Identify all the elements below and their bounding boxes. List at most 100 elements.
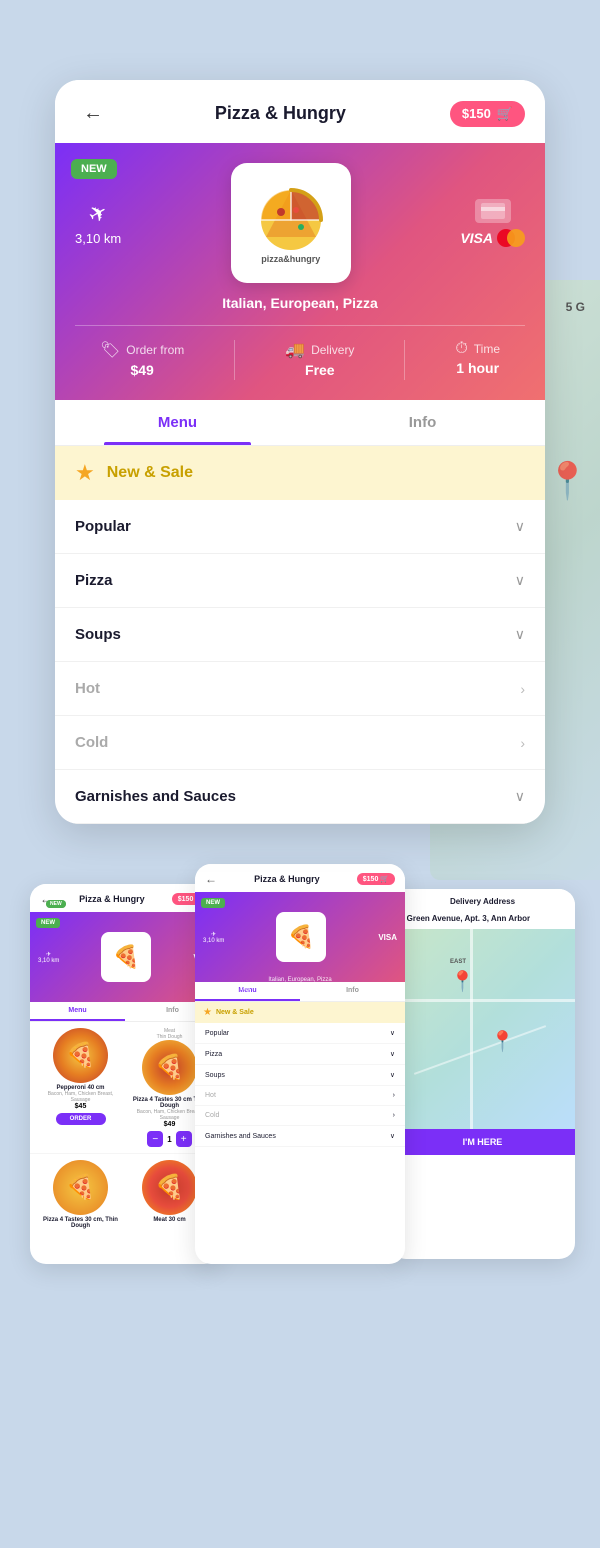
tab-info[interactable]: Info: [300, 400, 545, 445]
stepper-minus[interactable]: −: [147, 1131, 163, 1147]
mini-section-cold[interactable]: Cold ›: [195, 1106, 405, 1126]
mini-pizza-icon: 🍕: [113, 944, 140, 970]
mini-header-center: ← Pizza & Hungry $150 🛒: [195, 864, 405, 892]
section-header-soups[interactable]: Soups ∨: [55, 608, 545, 661]
mini-section-hot[interactable]: Hot ›: [195, 1086, 405, 1106]
mini-chevron-pizza: ∨: [390, 1050, 395, 1058]
pizza-name-3: Pizza 4 Tastes 30 cm, Thin Dough: [38, 1217, 123, 1229]
mini-hero-inner-left: ✈3,10 km 🍕 VISA: [38, 920, 212, 994]
mini-chevron-garnishes: ∨: [390, 1132, 395, 1140]
mini-dist-left: ✈3,10 km: [38, 951, 59, 964]
mini-section-garnishes[interactable]: Garnishes and Sauces ∨: [195, 1126, 405, 1147]
mini-hero-inner-center: ✈3,10 km 🍕 VISA: [203, 900, 397, 974]
payment-logos: VISA: [460, 229, 525, 247]
map-label-bg: 5 G: [566, 300, 585, 314]
map-road-diagonal: [414, 1025, 546, 1075]
card-icon: [475, 199, 511, 223]
mini-tab-menu-left[interactable]: Menu: [30, 1002, 125, 1021]
section-title-popular: Popular: [75, 518, 131, 535]
map-pin-bg: 📍: [545, 460, 590, 502]
mini-new-badge-center: NEW: [201, 898, 225, 908]
section-header-hot[interactable]: Hot ›: [55, 662, 545, 715]
section-title-hot: Hot: [75, 680, 100, 697]
pizza-img-1: 🍕: [53, 1028, 108, 1083]
pizza-row-1: NEW 🍕 Pepperoni 40 cm Bacon, Ham, Chicke…: [30, 1022, 220, 1154]
mini-back-icon-center[interactable]: ←: [205, 872, 217, 886]
order-button-1[interactable]: ORDER: [56, 1113, 106, 1125]
mini-star-icon: ★: [203, 1007, 212, 1018]
hero-divider: [75, 325, 525, 326]
cart-icon: 🛒: [497, 106, 513, 122]
mini-new-badge-left: NEW: [36, 918, 60, 928]
section-title-cold: Cold: [75, 734, 108, 751]
mini-payment-center: VISA: [378, 933, 397, 942]
pizza-img-3: 🍕: [53, 1160, 108, 1215]
cart-amount: $150: [462, 106, 491, 121]
mastercard-logo: [497, 229, 525, 247]
restaurant-logo: pizza&hungry: [231, 163, 351, 283]
main-card: ← Pizza & Hungry $150 🛒 NEW ✈ 3,10 km: [55, 80, 545, 824]
mini-section-popular[interactable]: Popular ∨: [195, 1023, 405, 1044]
logo-text: pizza&hungry: [261, 254, 320, 264]
pizza-item-3: 🍕 Pizza 4 Tastes 30 cm, Thin Dough: [38, 1160, 123, 1229]
hero-center-row: ✈ 3,10 km: [75, 163, 525, 283]
time-value: 1 hour: [456, 360, 499, 376]
order-from-value: $49: [130, 362, 153, 378]
stepper-value: 1: [167, 1135, 171, 1144]
hero-distance: ✈ 3,10 km: [75, 201, 121, 246]
delivery-value: Free: [305, 362, 335, 378]
section-pizza: Pizza ∨: [55, 554, 545, 608]
visa-logo: VISA: [460, 230, 493, 246]
mini-section-pizza[interactable]: Pizza ∨: [195, 1044, 405, 1065]
info-divider-1: [234, 340, 235, 380]
section-header-popular[interactable]: Popular ∨: [55, 500, 545, 553]
pizza-item-1: NEW 🍕 Pepperoni 40 cm Bacon, Ham, Chicke…: [38, 1028, 123, 1147]
pizza-row-2: 🍕 Pizza 4 Tastes 30 cm, Thin Dough 🍕 Mea…: [30, 1154, 220, 1235]
back-button[interactable]: ←: [75, 98, 111, 129]
pizza-price-1: $45: [38, 1103, 123, 1110]
map-pin-2: 📍: [490, 1029, 515, 1054]
mini-section-label-cold: Cold: [205, 1112, 219, 1119]
mini-chevron-soups: ∨: [390, 1071, 395, 1079]
hero-payment: VISA: [460, 199, 525, 247]
mini-title-left: Pizza & Hungry: [79, 894, 145, 904]
tab-bar: Menu Info: [55, 400, 545, 446]
order-from-info: 🏷 Order from $49: [100, 340, 184, 378]
delivery-info: 🚚 Delivery Free: [285, 340, 354, 378]
delivery-address-header: Delivery Address: [390, 889, 575, 914]
mini-chevron-hot: ›: [393, 1092, 395, 1099]
cart-button[interactable]: $150 🛒: [450, 101, 525, 127]
section-cold: Cold ›: [55, 716, 545, 770]
chevron-right-icon: ›: [520, 735, 525, 751]
section-header-pizza[interactable]: Pizza ∨: [55, 554, 545, 607]
mini-section-soups[interactable]: Soups ∨: [195, 1065, 405, 1086]
pizza-desc-1: Bacon, Ham, Chicken Breast, Sausage: [38, 1091, 123, 1103]
mini-logo-box-center: 🍕: [276, 912, 326, 962]
stepper-plus[interactable]: +: [176, 1131, 192, 1147]
section-header-garnishes[interactable]: Garnishes and Sauces ∨: [55, 770, 545, 823]
mini-info-row-center: Order from$49 DeliveryFree Time1 hour: [203, 986, 397, 998]
mini-logo-box-left: 🍕: [101, 932, 151, 982]
mini-cart-btn-center[interactable]: $150 🛒: [357, 873, 395, 885]
info-divider-2: [404, 340, 405, 380]
section-soups: Soups ∨: [55, 608, 545, 662]
map-road-horizontal: [390, 999, 575, 1002]
pizza-img-4: 🍕: [142, 1160, 197, 1215]
hero-banner: NEW ✈ 3,10 km: [55, 143, 545, 400]
mini-sale-center[interactable]: ★ New & Sale: [195, 1002, 405, 1023]
tab-menu[interactable]: Menu: [55, 400, 300, 445]
mini-chevron-popular: ∨: [390, 1029, 395, 1037]
order-icon: 🏷: [100, 340, 120, 360]
mini-section-label-popular: Popular: [205, 1030, 229, 1037]
mini-chevron-cold: ›: [393, 1112, 395, 1119]
mini-order-center: Order from$49: [226, 986, 250, 998]
delivery-address-value: 5 Green Avenue, Apt. 3, Ann Arbor: [390, 914, 575, 929]
map-pin-1: 📍: [450, 969, 475, 994]
mini-tabs-left: Menu Info: [30, 1002, 220, 1022]
pizza-img-2: 🍕: [142, 1040, 197, 1095]
sale-label: New & Sale: [107, 464, 193, 482]
im-here-button[interactable]: I'M HERE: [390, 1129, 575, 1155]
new-and-sale-banner[interactable]: ★ New & Sale: [55, 446, 545, 500]
chevron-down-icon: ∨: [515, 518, 525, 535]
section-header-cold[interactable]: Cold ›: [55, 716, 545, 769]
